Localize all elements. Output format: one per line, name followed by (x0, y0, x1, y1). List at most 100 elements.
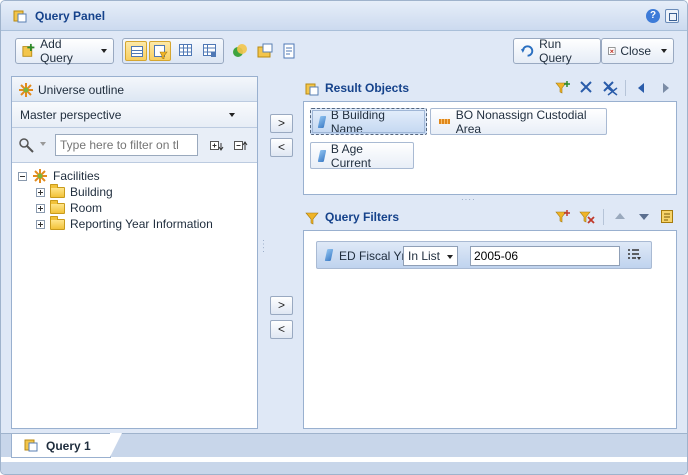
horizontal-splitter-handle[interactable]: ···· (461, 195, 476, 204)
result-object-b-age-current[interactable]: B Age Current (310, 141, 414, 170)
filter-object-label: ED Fiscal Yr (339, 249, 406, 263)
view-mode-group (122, 38, 224, 64)
expand-node-icon[interactable] (36, 203, 45, 213)
vertical-splitter-handle[interactable]: ···· (259, 239, 268, 254)
remove-all-icon[interactable] (602, 80, 618, 96)
universe-outline-panel: Universe outline Master perspective Type… (11, 76, 258, 429)
tree-node-label: Reporting Year Information (70, 217, 213, 231)
filter-icon (305, 212, 319, 225)
result-objects-area[interactable]: B Building Name BO Nonassign Custodial A… (303, 101, 677, 195)
remove-icon[interactable] (579, 80, 593, 94)
close-button[interactable]: Close (601, 38, 674, 64)
result-objects-header: Result Objects (303, 76, 679, 101)
run-query-label: Run Query (539, 37, 572, 65)
move-left-icon[interactable] (637, 82, 645, 94)
outline-filter-bar (12, 128, 257, 163)
result-objects-icon (305, 83, 319, 96)
value-list-icon[interactable] (627, 248, 641, 262)
help-icon[interactable]: ? (646, 9, 660, 23)
universe-icon (33, 169, 47, 183)
remove-from-filters-button[interactable]: < (270, 320, 293, 339)
add-to-filters-button[interactable]: > (270, 296, 293, 315)
filter-result-icon[interactable] (555, 80, 571, 96)
result-object-bo-nonassign-custodial-area[interactable]: BO Nonassign Custodial Area (430, 107, 607, 136)
data-preview-button[interactable] (175, 41, 197, 61)
add-query-button[interactable]: Add Query (15, 37, 114, 65)
chevron-down-icon (661, 49, 667, 53)
properties-view-button[interactable] (199, 41, 221, 61)
query-filters-view-button[interactable] (149, 41, 171, 61)
tree-node-room[interactable]: Room (36, 199, 103, 216)
dimension-icon (324, 249, 334, 261)
filter-operator-select[interactable]: In List (403, 246, 458, 266)
filter-editor-icon[interactable] (661, 210, 673, 223)
outline-view-button[interactable] (125, 41, 147, 61)
tree-node-facilities[interactable]: Facilities (18, 168, 100, 184)
perspective-dropdown[interactable]: Master perspective (12, 102, 257, 128)
title-bar: Query Panel ? (1, 1, 687, 31)
combine-query-icon[interactable] (232, 43, 248, 59)
folder-icon (50, 215, 65, 230)
add-query-label: Add Query (40, 37, 73, 65)
chevron-down-icon (101, 49, 107, 53)
add-query-icon (22, 43, 35, 57)
tab-label: Query 1 (46, 439, 91, 453)
chevron-down-icon (447, 255, 453, 259)
result-object-label: BO Nonassign Custodial Area (455, 107, 587, 136)
universe-outline-header: Universe outline (12, 77, 257, 102)
dimension-icon (317, 115, 327, 128)
filter-view-icon (154, 45, 168, 59)
query-filters-header: Query Filters (303, 205, 679, 230)
chevron-down-icon (229, 113, 235, 117)
collapse-node-icon[interactable] (18, 171, 27, 181)
close-label: Close (620, 44, 651, 58)
remove-from-results-button[interactable]: < (270, 138, 293, 157)
result-object-b-building-name[interactable]: B Building Name (310, 107, 427, 136)
collapse-all-icon[interactable] (234, 140, 250, 152)
run-query-button[interactable]: Run Query (513, 37, 601, 65)
outline-view-icon (131, 46, 143, 57)
query-panel-icon (13, 10, 27, 23)
tree-node-label: Facilities (53, 169, 100, 183)
query-filters-area[interactable]: ED Fiscal Yr In List (303, 230, 677, 429)
outline-filter-input[interactable] (55, 134, 198, 156)
expand-node-icon[interactable] (36, 187, 45, 197)
chevron-down-icon[interactable] (40, 142, 46, 146)
move-right-icon[interactable] (662, 82, 670, 94)
query-tabs-bar: Query 1 (1, 433, 687, 474)
universe-icon (19, 83, 33, 97)
close-doc-icon (608, 47, 616, 55)
move-down-icon[interactable] (638, 213, 650, 221)
tree-node-reporting-year-information[interactable]: Reporting Year Information (36, 215, 213, 232)
tree-node-label: Room (70, 201, 103, 215)
tree-node-label: Building (70, 185, 113, 199)
expand-all-icon[interactable] (210, 140, 226, 152)
main-toolbar: Add Query Run Query Close (7, 34, 681, 68)
view-script-icon[interactable] (281, 43, 297, 59)
window-title: Query Panel (35, 9, 106, 23)
result-objects-panel: Result Objects B Building Name BO Nonass… (303, 76, 679, 195)
result-object-label: B Building Name (330, 107, 385, 136)
perspective-value: Master perspective (20, 107, 122, 122)
move-up-icon[interactable] (614, 212, 626, 220)
query-properties-icon[interactable] (257, 43, 273, 59)
tree-node-building[interactable]: Building (36, 183, 113, 200)
restore-window-icon[interactable] (665, 9, 679, 23)
table-icon (179, 44, 192, 56)
query-filters-panel: Query Filters ED Fiscal Yr In List (303, 205, 679, 429)
result-object-label: B Age Current (330, 141, 371, 170)
add-to-results-button[interactable]: > (270, 114, 293, 133)
filter-value-input[interactable] (470, 246, 620, 266)
run-query-icon (520, 45, 534, 57)
query-icon (24, 439, 38, 452)
query-filter-row[interactable]: ED Fiscal Yr In List (316, 241, 652, 269)
measure-icon (439, 119, 450, 124)
add-filter-icon[interactable] (555, 209, 571, 225)
remove-filter-icon[interactable] (579, 209, 595, 225)
filter-options-icon[interactable] (18, 137, 36, 153)
tab-query-1[interactable]: Query 1 (11, 433, 122, 458)
expand-node-icon[interactable] (36, 219, 45, 229)
folder-icon (50, 183, 65, 198)
query-panel-window: Query Panel ? Add Query Run Query Close … (0, 0, 688, 475)
toolbar-divider (603, 209, 604, 225)
